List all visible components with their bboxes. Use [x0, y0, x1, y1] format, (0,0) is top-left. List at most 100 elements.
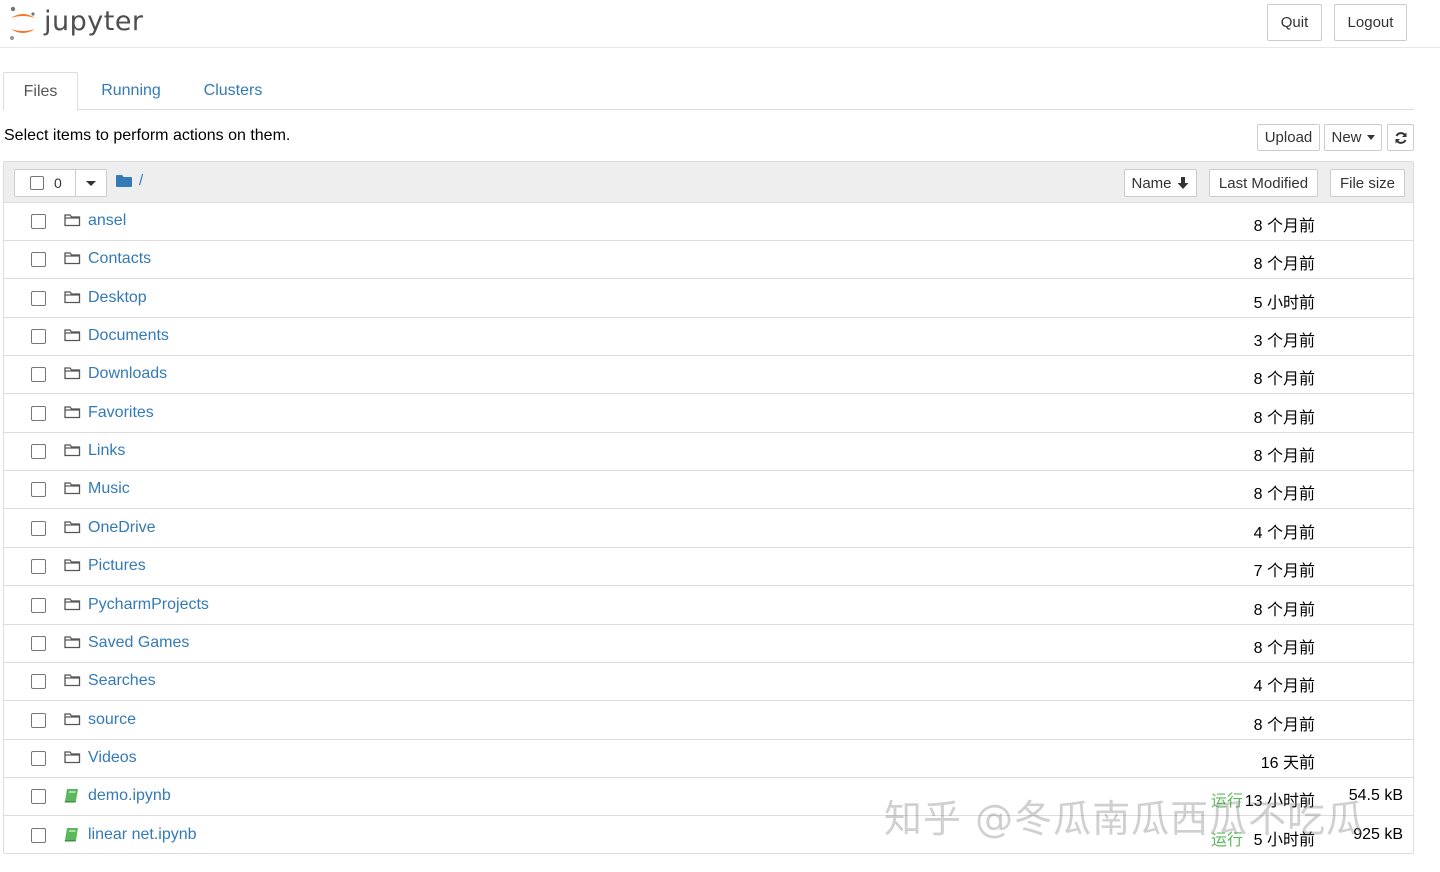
list-item[interactable]: Documents 3 个月前 [4, 318, 1413, 357]
item-name-link[interactable]: Videos [88, 749, 137, 767]
list-item[interactable]: Contacts 8 个月前 [4, 241, 1413, 280]
item-name-link[interactable]: PycharmProjects [88, 596, 209, 614]
item-name-link[interactable]: linear net.ipynb [88, 826, 197, 844]
item-name-link[interactable]: Links [88, 442, 125, 460]
item-checkbox[interactable] [31, 674, 46, 690]
list-item[interactable]: Desktop 5 小时前 [4, 280, 1413, 318]
item-name-link[interactable]: Favorites [88, 404, 154, 422]
refresh-button[interactable] [1387, 124, 1414, 151]
item-checkbox[interactable] [31, 520, 46, 536]
item-modified: 4 个月前 [1253, 678, 1315, 696]
refresh-icon [1395, 131, 1406, 144]
select-all-checkbox[interactable] [30, 176, 44, 190]
item-checkbox[interactable] [31, 444, 46, 460]
item-name-link[interactable]: Contacts [88, 250, 151, 268]
breadcrumb-root[interactable]: / [139, 172, 143, 189]
folder-icon [64, 405, 81, 424]
item-name-link[interactable]: Pictures [88, 557, 146, 575]
new-button-label: New [1331, 129, 1362, 146]
tab-files[interactable]: Files [3, 72, 78, 111]
item-name-link[interactable]: Music [88, 480, 130, 498]
instructions-text: Select items to perform actions on them. [4, 127, 291, 144]
list-item[interactable]: source 8 个月前 [4, 702, 1413, 740]
folder-icon [64, 213, 81, 232]
quit-button[interactable]: Quit [1267, 4, 1322, 41]
select-dropdown-caret-icon[interactable] [86, 181, 96, 186]
item-modified: 8 个月前 [1253, 601, 1315, 619]
folder-icon [64, 520, 81, 539]
folder-icon [64, 597, 81, 616]
selected-count: 0 [54, 175, 62, 191]
folder-icon [64, 366, 81, 385]
item-name-link[interactable]: source [88, 711, 136, 729]
item-name-link[interactable]: demo.ipynb [88, 787, 171, 805]
item-checkbox[interactable] [31, 827, 46, 843]
notebook-icon [64, 827, 80, 847]
list-item[interactable]: Music 8 个月前 [4, 471, 1413, 510]
list-item[interactable]: Searches 4 个月前 [4, 663, 1413, 702]
tab-clusters[interactable]: Clusters [189, 72, 277, 110]
item-modified: 3 个月前 [1253, 333, 1315, 351]
item-checkbox[interactable] [31, 750, 46, 766]
item-checkbox[interactable] [31, 329, 46, 345]
item-modified: 8 个月前 [1253, 639, 1315, 657]
item-name-link[interactable]: Searches [88, 672, 156, 690]
item-name-link[interactable]: Desktop [88, 289, 147, 307]
item-checkbox[interactable] [31, 252, 46, 268]
list-item[interactable]: Saved Games 8 个月前 [4, 625, 1413, 663]
item-modified: 8 个月前 [1253, 716, 1315, 734]
file-list: 0 / Name Last Modified File size ansel 8 … [3, 161, 1414, 854]
sort-name-label: Name [1131, 174, 1172, 192]
list-item[interactable]: OneDrive 4 个月前 [4, 510, 1413, 548]
item-modified: 16 天前 [1260, 754, 1315, 772]
sort-name-button[interactable]: Name [1124, 169, 1197, 197]
item-checkbox[interactable] [31, 597, 46, 613]
item-name-link[interactable]: Saved Games [88, 634, 189, 652]
folder-icon [64, 750, 81, 769]
list-item[interactable]: Downloads 8 个月前 [4, 356, 1413, 395]
folder-icon [64, 481, 81, 500]
sort-size-button[interactable]: File size [1330, 169, 1405, 197]
item-name-link[interactable]: ansel [88, 212, 126, 230]
select-all-group[interactable]: 0 [14, 169, 107, 197]
upload-button[interactable]: Upload [1257, 124, 1320, 151]
item-checkbox[interactable] [31, 635, 46, 651]
item-checkbox[interactable] [31, 405, 46, 421]
folder-icon [64, 328, 81, 347]
logout-button[interactable]: Logout [1334, 4, 1407, 41]
folder-icon [64, 290, 81, 309]
list-item[interactable]: ansel 8 个月前 [4, 203, 1413, 241]
folder-icon [64, 443, 81, 462]
list-item[interactable]: Pictures 7 个月前 [4, 548, 1413, 587]
item-modified: 4 个月前 [1253, 524, 1315, 542]
notebook-icon [64, 788, 80, 808]
arrow-down-icon [1177, 177, 1188, 189]
item-modified: 7 个月前 [1253, 563, 1315, 581]
jupyter-logo[interactable]: jupyter [8, 4, 144, 44]
item-checkbox[interactable] [31, 367, 46, 383]
item-checkbox[interactable] [31, 482, 46, 498]
list-item[interactable]: Links 8 个月前 [4, 433, 1413, 472]
item-modified: 5 小时前 [1253, 294, 1315, 312]
jupyter-logo-icon [10, 6, 35, 40]
item-modified: 8 个月前 [1253, 218, 1315, 235]
breadcrumb[interactable]: / [116, 172, 143, 189]
tab-running[interactable]: Running [87, 72, 175, 110]
tab-bar: Files Running Clusters [3, 72, 1414, 111]
list-item[interactable]: PycharmProjects 8 个月前 [4, 587, 1413, 625]
new-button[interactable]: New [1324, 124, 1382, 151]
list-item[interactable]: Favorites 8 个月前 [4, 395, 1413, 433]
item-name-link[interactable]: OneDrive [88, 519, 156, 537]
item-name-link[interactable]: Downloads [88, 365, 167, 383]
folder-icon [64, 712, 81, 731]
sort-modified-button[interactable]: Last Modified [1209, 169, 1318, 197]
item-checkbox[interactable] [31, 290, 46, 306]
item-checkbox[interactable] [31, 712, 46, 728]
item-name-link[interactable]: Documents [88, 327, 169, 345]
item-checkbox[interactable] [31, 559, 46, 575]
item-modified: 8 个月前 [1253, 486, 1315, 504]
item-checkbox[interactable] [31, 214, 46, 229]
folder-icon [64, 251, 81, 270]
item-checkbox[interactable] [31, 789, 46, 805]
list-item[interactable]: Videos 16 天前 [4, 740, 1413, 778]
